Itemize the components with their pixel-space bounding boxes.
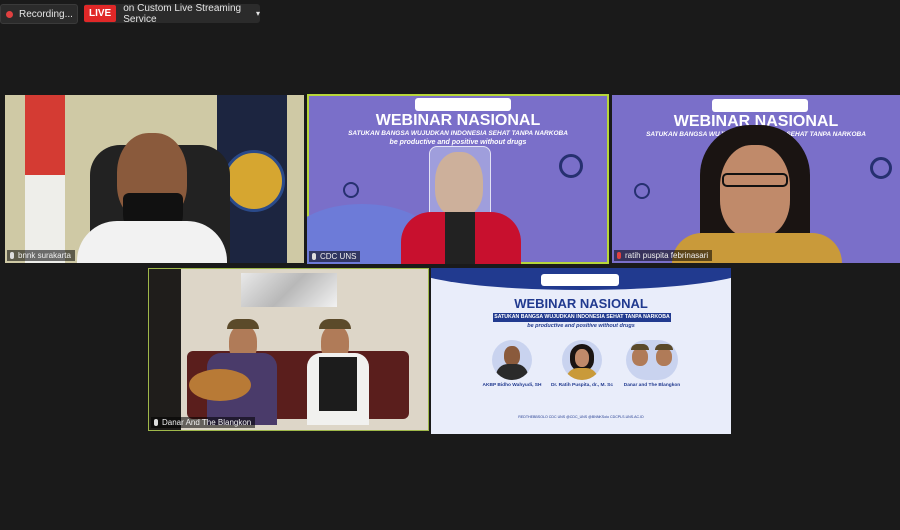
recording-indicator[interactable]: Recording...	[0, 4, 78, 24]
webinar-subtitle: SATUKAN BANGSA WUJUDKAN INDONESIA SEHAT …	[348, 130, 568, 137]
participant-name-tag: ratih puspita febrinasari	[614, 250, 713, 261]
video-tile-ratih[interactable]: WEBINAR NASIONAL SATUKAN BANGSA WUJUDKAN…	[612, 95, 900, 263]
microphone-icon	[10, 252, 14, 259]
live-stream-dropdown[interactable]: LIVE on Custom Live Streaming Service ▾	[84, 2, 260, 25]
speaker-name: AKBP Bidho Wahyudi, SH	[482, 383, 542, 388]
speaker-name: Dr. Ratih Puspita, dr., M. Sc	[550, 383, 614, 388]
blangkon-hat-left	[227, 319, 259, 329]
top-bar: Recording... LIVE on Custom Live Streami…	[0, 0, 900, 28]
wall-painting	[241, 273, 337, 307]
webinar-title: WEBINAR NASIONAL	[375, 112, 541, 129]
speaker-card: Dr. Ratih Puspita, dr., M. Sc	[547, 340, 617, 388]
poster-title: WEBINAR NASIONAL	[514, 296, 648, 311]
speaker-name: Danar and The Blangkon	[623, 383, 681, 388]
decor-ring	[343, 182, 359, 198]
bnn-emblem-icon	[223, 150, 285, 212]
decor-ring	[870, 157, 892, 179]
acoustic-guitar	[189, 369, 251, 401]
record-dot-icon	[6, 10, 13, 18]
decor-ring	[634, 183, 650, 199]
microphone-icon	[312, 253, 316, 260]
participant-name-tag: CDC UNS	[309, 251, 361, 262]
speaker-photo	[562, 340, 602, 380]
webinar-logo-strip	[415, 98, 511, 111]
white-shirt	[77, 221, 227, 263]
stream-label: on Custom Live Streaming Service	[123, 2, 242, 25]
video-tile-bnnk[interactable]: bnnk surakarta	[5, 95, 304, 263]
poster-footer: REDTHEBBSOLO CDC UNS @CDC_UNS @BNNKSolo …	[518, 415, 644, 419]
webinar-tagline: be productive and positive without drugs	[389, 139, 527, 146]
microphone-icon	[154, 419, 158, 426]
shared-poster-tile[interactable]: WEBINAR NASIONAL SATUKAN BANGSA WUJUDKAN…	[431, 268, 731, 434]
participant-name-tag: bnnk surakarta	[7, 250, 75, 261]
microphone-muted-icon	[617, 252, 621, 259]
speaker-card: Danar and The Blangkon	[617, 340, 687, 388]
decor-ring	[559, 154, 583, 178]
participant-name-tag: Danar And The Blangkon	[151, 417, 256, 428]
participant-face	[720, 145, 790, 237]
poster-logo-strip	[541, 274, 619, 286]
webinar-logo-strip	[712, 99, 808, 112]
indonesian-flag	[25, 95, 65, 175]
vest	[319, 357, 357, 411]
chevron-down-icon[interactable]: ▾	[256, 9, 260, 18]
speaker-photo	[492, 340, 532, 380]
speaker-card: AKBP Bidho Wahyudi, SH	[477, 340, 547, 388]
recording-label: Recording...	[19, 8, 73, 20]
speaker-photo	[626, 340, 678, 380]
shirt-collar	[445, 212, 475, 264]
poster-tagline: be productive and positive without drugs	[527, 323, 635, 329]
video-tile-cdc-uns[interactable]: WEBINAR NASIONAL SATUKAN BANGSA WUJUDKAN…	[307, 94, 609, 264]
blangkon-hat-right	[319, 319, 351, 329]
video-tile-danar[interactable]: Danar And The Blangkon	[148, 268, 429, 431]
dark-left-wall	[149, 269, 181, 430]
poster-subtitle: SATUKAN BANGSA WUJUDKAN INDONESIA SEHAT …	[493, 313, 671, 322]
live-badge: LIVE	[84, 5, 117, 22]
eyeglasses	[722, 173, 788, 187]
